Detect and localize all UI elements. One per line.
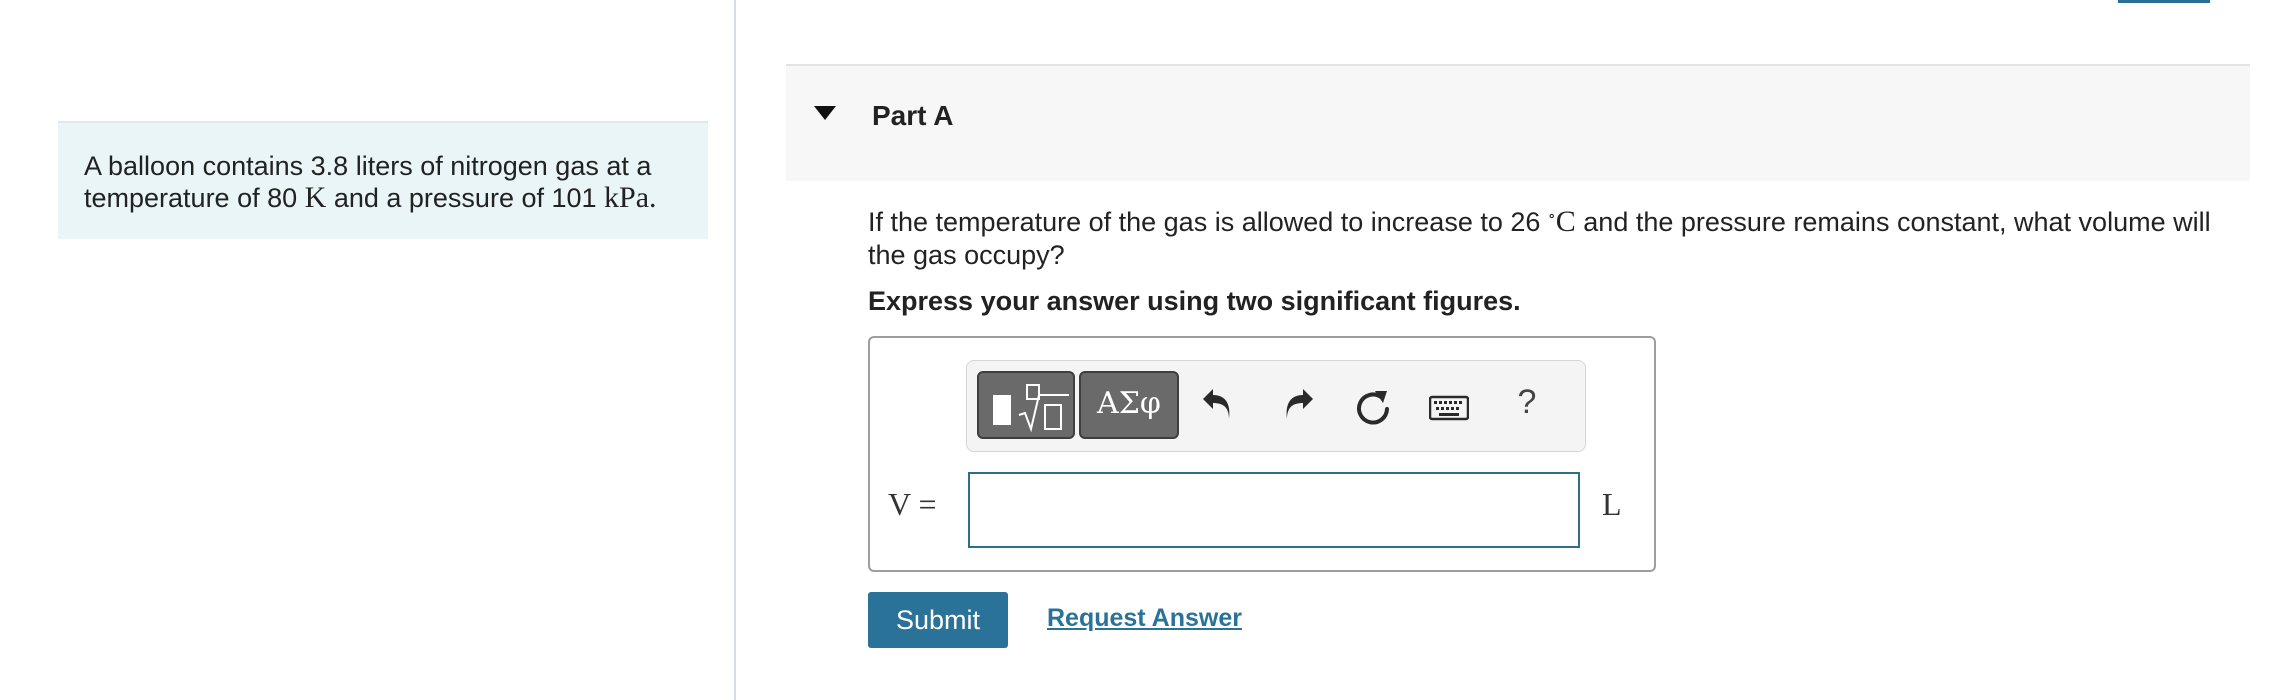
caret-down-icon[interactable] [814, 106, 836, 122]
radical-template-icon [1018, 384, 1069, 433]
redo-icon[interactable] [1277, 387, 1317, 427]
part-title: Part A [872, 100, 954, 131]
unit-kelvin: K [304, 181, 327, 214]
greek-symbols-button[interactable]: ΑΣφ [1079, 371, 1179, 439]
templates-button[interactable] [977, 371, 1075, 439]
variable-label: V = [888, 486, 937, 522]
undo-icon[interactable] [1199, 387, 1239, 427]
template-block-icon [993, 395, 1011, 425]
problem-text-pressure: and a pressure of 101 [333, 183, 597, 213]
unit-kilopascal: kPa [604, 181, 650, 214]
math-toolbar: ΑΣφ ? [966, 360, 1586, 452]
problem-text-line1: A balloon contains 3.8 liters of nitroge… [84, 151, 652, 181]
keyboard-icon[interactable] [1429, 387, 1469, 427]
submit-button[interactable]: Submit [868, 592, 1008, 648]
problem-period: . [649, 181, 657, 214]
unit-label: L [1602, 486, 1622, 522]
question-text: If the temperature of the gas is allowed… [868, 200, 2228, 272]
problem-statement: A balloon contains 3.8 liters of nitroge… [58, 121, 708, 239]
problem-text-line2: temperature of 80 [84, 183, 298, 213]
degree-symbol: ∘ [1547, 208, 1556, 225]
unit-celsius: C [1555, 205, 1576, 238]
part-header[interactable]: Part A [786, 64, 2250, 181]
request-answer-link[interactable]: Request Answer [1047, 604, 1242, 633]
answer-input[interactable] [968, 472, 1580, 548]
question-text-part1: If the temperature of the gas is allowed… [868, 207, 1541, 237]
answer-instruction: Express your answer using two significan… [868, 286, 1521, 316]
reset-icon[interactable] [1353, 387, 1393, 427]
panel-divider [734, 0, 736, 700]
answer-box: ΑΣφ ? V = L [868, 336, 1656, 572]
active-tab-indicator [2118, 0, 2210, 3]
help-button[interactable]: ? [1507, 383, 1547, 423]
